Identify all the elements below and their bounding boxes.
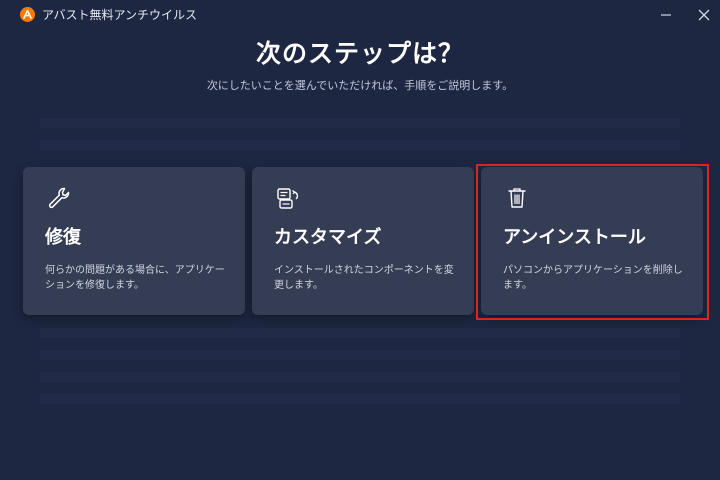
window-title: アバスト無料アンチウイルス <box>42 8 198 22</box>
close-icon <box>698 9 710 21</box>
uninstall-description: パソコンからアプリケーションを削除します。 <box>503 265 683 291</box>
uninstall-option-card[interactable]: アンインストール パソコンからアプリケーションを削除します。 <box>481 167 703 315</box>
customize-icon <box>274 184 302 212</box>
repair-description: 何らかの問題がある場合に、アプリケーションを修復します。 <box>45 265 225 291</box>
trash-icon <box>503 184 531 212</box>
page-title: 次のステップは？ <box>255 39 464 68</box>
customize-title: カスタマイズ <box>274 227 382 248</box>
avast-logo-icon <box>20 7 35 22</box>
customize-description: インストールされたコンポーネントを変更します。 <box>274 265 454 291</box>
minimize-icon <box>661 14 671 16</box>
page-subtitle: 次にしたいことを選んでいただければ、手順をご説明します。 <box>206 79 514 92</box>
repair-option-card[interactable]: 修復 何らかの問題がある場合に、アプリケーションを修復します。 <box>23 167 245 315</box>
wrench-icon <box>45 184 73 212</box>
minimize-button[interactable] <box>654 5 678 25</box>
title-bar: アバスト無料アンチウイルス <box>0 0 720 30</box>
close-button[interactable] <box>692 5 716 25</box>
repair-title: 修復 <box>45 227 81 248</box>
uninstall-title: アンインストール <box>503 227 646 248</box>
customize-option-card[interactable]: カスタマイズ インストールされたコンポーネントを変更します。 <box>252 167 474 315</box>
